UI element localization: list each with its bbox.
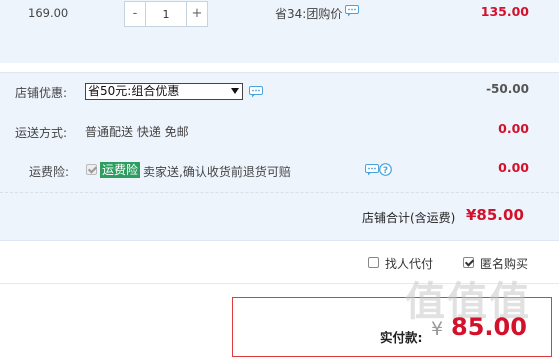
unit-price: 169.00 [28,6,69,20]
insurance-tag: 运费险 [100,162,141,178]
quantity-input[interactable] [146,2,186,26]
store-discount-amount: -50.00 [486,82,529,96]
discount-info: 省34:团购价 [275,7,343,21]
store-total-amount: ¥85.00 [466,206,524,224]
divider [0,192,559,193]
payment-currency: ¥ [431,318,444,340]
divider [0,240,559,241]
proxy-pay-checkbox[interactable] [368,257,379,268]
anonymous-checkbox[interactable] [463,257,474,268]
quantity-decrease-button[interactable]: - [125,2,146,26]
anonymous-label[interactable]: 匿名购买 [480,255,528,272]
chat-bubble-icon[interactable] [365,164,379,176]
chat-bubble-icon[interactable] [345,5,359,17]
store-discount-selected: 省50元:组合优惠 [88,84,180,98]
quantity-increase-button[interactable]: + [186,2,207,26]
shipping-label: 运送方式: [15,126,68,140]
store-discount-label: 店铺优惠: [15,86,68,100]
payment-label: 实付款: [380,330,423,345]
store-total-label: 店铺合计(含运费) [362,211,456,225]
proxy-pay-label[interactable]: 找人代付 [385,255,433,272]
item-subtotal: 135.00 [480,4,529,19]
payment-amount: 85.00 [451,313,527,341]
insurance-label: 运费险: [29,165,70,179]
svg-text:?: ? [383,166,388,176]
shipping-method: 普通配送 快递 免邮 [85,125,189,139]
quantity-stepper: - + [124,1,208,27]
chat-bubble-icon[interactable] [249,86,263,98]
insurance-description: 卖家送,确认收货前退货可赔 [143,165,291,179]
chevron-down-icon [231,88,239,94]
help-icon[interactable]: ? [379,163,392,176]
shipping-amount: 0.00 [498,121,529,136]
store-discount-select[interactable]: 省50元:组合优惠 [85,83,243,100]
insurance-checkbox [86,164,97,175]
insurance-amount: 0.00 [498,160,529,175]
